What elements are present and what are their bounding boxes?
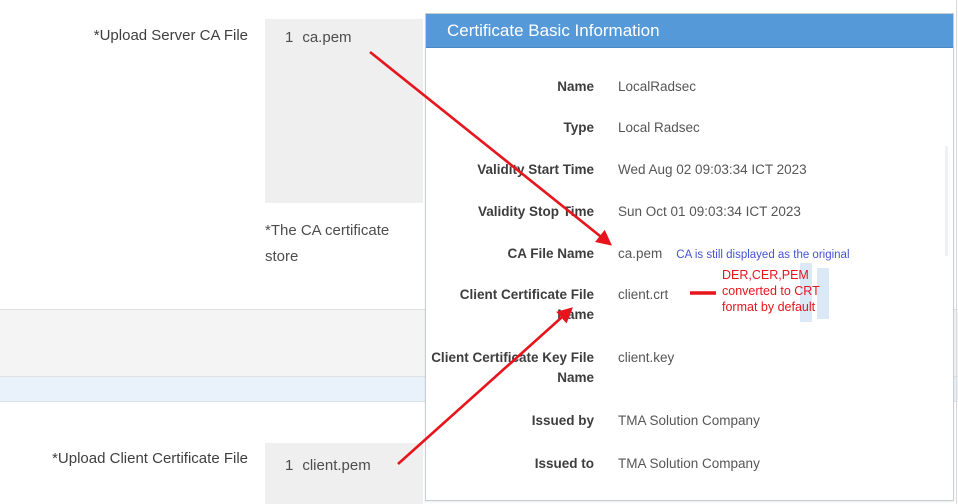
validity-start-label: Validity Start Time [426, 160, 594, 180]
page-edge-divider [956, 0, 957, 504]
validity-stop-value: Sun Oct 01 09:03:34 ICT 2023 [618, 202, 801, 222]
certificate-upload-screen: *Upload Server CA File 1 ca.pem *The CA … [0, 0, 958, 504]
server-ca-file-entry[interactable]: 1 ca.pem [285, 29, 352, 46]
certificate-basic-information-dialog: Certificate Basic Information Name Local… [425, 13, 954, 501]
crt-annotation-line: format by default [722, 299, 820, 315]
client-cert-file-label: Client Certificate File Name [426, 285, 594, 325]
client-cert-key-label: Client Certificate Key File Name [426, 348, 594, 388]
ca-file-name-value: ca.pem CA is still displayed as the origi… [618, 244, 850, 265]
name-label: Name [426, 77, 594, 97]
upload-client-cert-label: *Upload Client Certificate File [0, 450, 248, 467]
server-ca-file-name: ca.pem [302, 29, 351, 46]
ca-file-annotation: CA is still displayed as the original [676, 249, 849, 261]
validity-stop-label: Validity Stop Time [426, 202, 594, 222]
crt-format-annotation: DER,CER,PEM converted to CRT format by d… [722, 267, 820, 315]
client-cert-file-dropzone[interactable]: 1 client.pem [265, 443, 423, 504]
server-ca-file-dropzone[interactable]: 1 ca.pem [265, 19, 423, 203]
issued-by-value: TMA Solution Company [618, 411, 760, 431]
crt-annotation-line: converted to CRT [722, 283, 820, 299]
upload-server-ca-label: *Upload Server CA File [0, 27, 248, 44]
dialog-title-bar: Certificate Basic Information [426, 14, 953, 48]
type-value: Local Radsec [618, 118, 700, 138]
type-label: Type [426, 118, 594, 138]
client-cert-file-value: client.crt [618, 285, 668, 305]
ca-file-name-text: ca.pem [618, 246, 662, 261]
issued-by-label: Issued by [426, 411, 594, 431]
crt-annotation-line: DER,CER,PEM [722, 267, 820, 283]
name-value: LocalRadsec [618, 77, 696, 97]
server-ca-file-count: 1 [285, 29, 293, 46]
ca-file-name-label: CA File Name [426, 244, 594, 264]
scrollbar-track-hint[interactable] [945, 146, 948, 256]
issued-to-label: Issued to [426, 454, 594, 474]
client-cert-file-entry[interactable]: 1 client.pem [285, 457, 371, 474]
ca-certificate-caption: *The CA certificate store [265, 218, 423, 270]
client-cert-file-count: 1 [285, 457, 293, 474]
client-cert-key-value: client.key [618, 348, 674, 368]
client-cert-file-name: client.pem [302, 457, 370, 474]
validity-start-value: Wed Aug 02 09:03:34 ICT 2023 [618, 160, 807, 180]
issued-to-value: TMA Solution Company [618, 454, 760, 474]
dialog-title: Certificate Basic Information [447, 21, 660, 40]
